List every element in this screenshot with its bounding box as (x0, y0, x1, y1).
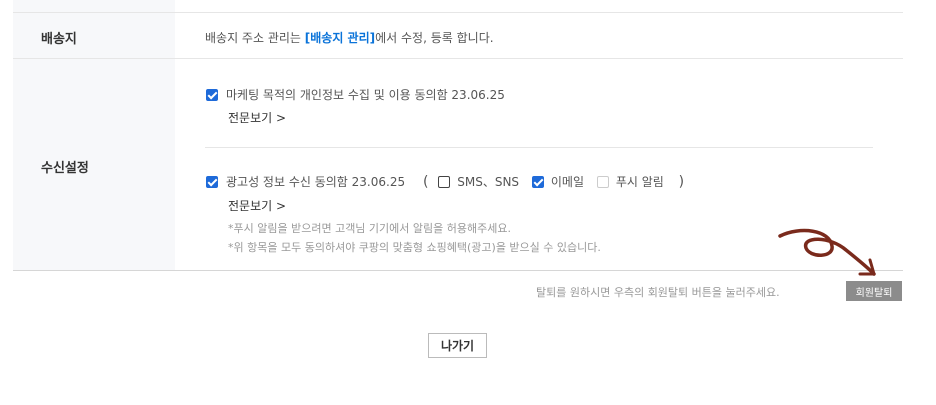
receive-label-cell: 수신설정 (13, 59, 175, 270)
hand-drawn-arrow-icon (778, 228, 876, 276)
marketing-consent-checkbox[interactable] (206, 88, 218, 101)
push-checkbox[interactable] (596, 175, 609, 188)
shipping-label-cell: 배송지 (13, 13, 175, 58)
exit-button[interactable]: 나가기 (428, 333, 487, 358)
ads-view-full-link[interactable]: 전문보기 > (228, 197, 286, 214)
previous-row-edge (13, 0, 903, 13)
email-checkbox[interactable] (531, 175, 544, 188)
sms-sns-checkbox[interactable] (438, 175, 451, 188)
ads-consent-checkbox[interactable] (206, 175, 218, 188)
shipping-description: 배송지 주소 관리는 [배송지 관리]에서 수정, 등록 합니다. (205, 29, 494, 46)
withdraw-button[interactable]: 회원탈퇴 (846, 281, 902, 301)
marketing-view-full-link[interactable]: 전문보기 > (228, 109, 286, 126)
shipping-text-after: 에서 수정, 등록 합니다. (375, 31, 494, 45)
push-notice: *푸시 알림을 받으려면 고객님 기기에서 알림을 허용해주세요. (228, 222, 511, 235)
shipping-manage-link[interactable]: [배송지 관리] (305, 31, 375, 45)
shipping-row: 배송지 배송지 주소 관리는 [배송지 관리]에서 수정, 등록 합니다. (13, 13, 903, 59)
consent-divider (205, 147, 873, 148)
ads-open-paren: ( (422, 173, 429, 190)
ads-consent: 광고성 정보 수신 동의함 23.06.25 ( SMS、SNS 이메일 푸시 … (206, 173, 684, 190)
ads-consent-text: 광고성 정보 수신 동의함 23.06.25 (226, 175, 406, 189)
withdraw-instruction: 탈퇴를 원하시면 우측의 회원탈퇴 버튼을 눌러주세요. (536, 286, 780, 299)
ads-benefit-notice: *위 항목을 모두 동의하셔야 쿠팡의 맞춤형 쇼핑혜택(광고)을 받으실 수 … (228, 241, 601, 254)
email-label: 이메일 (550, 175, 584, 189)
push-label: 푸시 알림 (615, 175, 664, 189)
marketing-consent: 마케팅 목적의 개인정보 수집 및 이용 동의함 23.06.25 (206, 86, 505, 103)
shipping-label: 배송지 (41, 32, 77, 47)
shipping-text-before: 배송지 주소 관리는 (205, 31, 305, 45)
receive-label: 수신설정 (41, 161, 89, 176)
sms-sns-label: SMS、SNS (457, 175, 520, 189)
marketing-consent-text: 마케팅 목적의 개인정보 수집 및 이용 동의함 23.06.25 (226, 88, 505, 102)
previous-row-label-cell (13, 0, 175, 12)
ads-close-paren: ) (678, 173, 685, 190)
